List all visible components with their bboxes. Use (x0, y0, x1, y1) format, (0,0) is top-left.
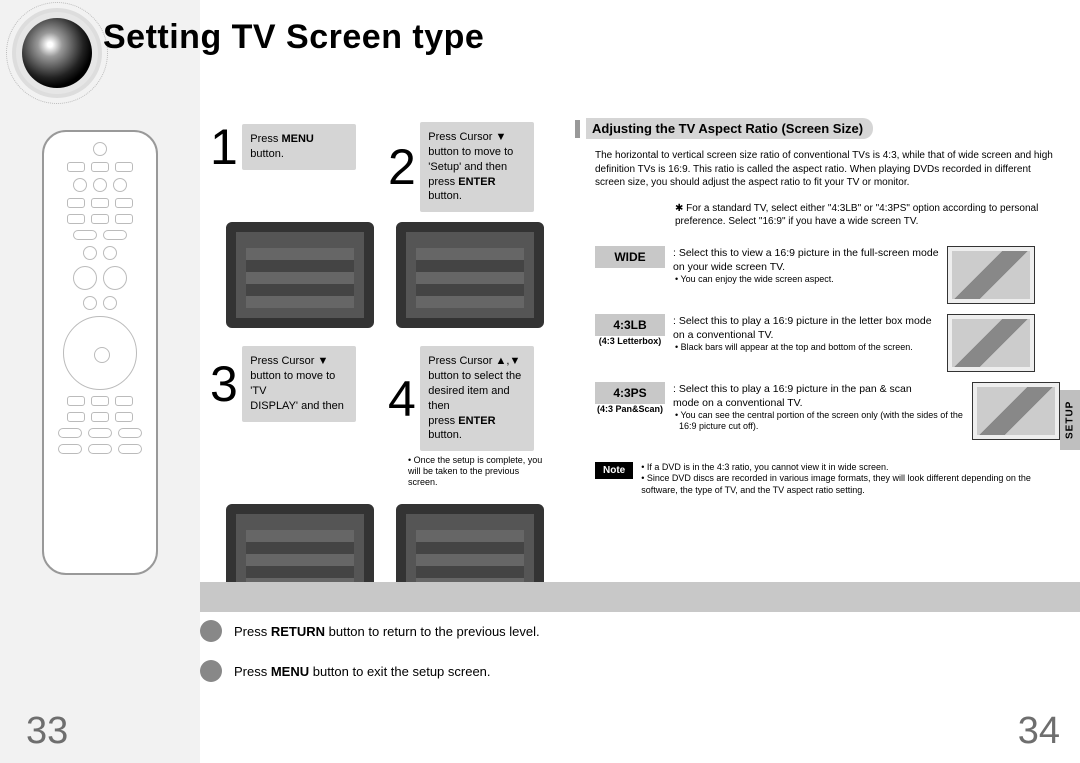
text: button to move to 'TV (250, 370, 335, 397)
option-wide: WIDE : Select this to view a 16:9 pictur… (595, 246, 1060, 304)
text: Press Cursor ▼ (250, 355, 328, 367)
text: 'Setup' and then (428, 161, 507, 173)
page-number-right: 34 (1018, 710, 1060, 753)
step-3-number: 3 (210, 359, 238, 409)
text: Press (234, 624, 271, 639)
return-instruction: Press RETURN button to return to the pre… (234, 624, 540, 639)
option-43lb: 4:3LB (4:3 Letterbox) : Select this to p… (595, 314, 1060, 372)
speaker-graphic (22, 18, 92, 88)
text-bold: RETURN (271, 624, 325, 639)
text: button to move to (428, 146, 513, 158)
text: Press (250, 133, 281, 145)
option-43ps-text: : Select this to play a 16:9 picture in … (673, 382, 939, 410)
text-bold: ENTER (458, 176, 495, 188)
text: button. (428, 190, 462, 202)
note-badge: Note (595, 462, 633, 479)
step-3-text: Press Cursor ▼ button to move to 'TV DIS… (242, 346, 356, 421)
text: button to select the (428, 370, 521, 382)
text: button to return to the previous level. (325, 624, 540, 639)
bullet-icon (200, 660, 222, 682)
intro-paragraph: The horizontal to vertical screen size r… (575, 149, 1060, 190)
menu-screenshot-1 (226, 222, 374, 328)
steps-area: 1 Press MENU button. 2 Press Cursor ▼ bu… (210, 122, 562, 610)
text-bold: ENTER (458, 415, 495, 427)
option-wide-label: WIDE (595, 246, 665, 268)
option-43lb-label: 4:3LB (595, 314, 665, 336)
option-43ps-bullet: • You can see the central portion of the… (673, 410, 964, 433)
text-bold: MENU (281, 133, 313, 145)
step-4-number: 4 (388, 374, 416, 424)
text: Press Cursor ▼ (428, 131, 506, 143)
option-wide-bullet: • You can enjoy the wide screen aspect. (673, 274, 939, 285)
note-block: Note • If a DVD is in the 4:3 ratio, you… (595, 462, 1060, 497)
decorative-band (200, 582, 1080, 612)
section-tab: SETUP (1060, 390, 1080, 450)
bottom-instructions: Press RETURN button to return to the pre… (200, 620, 540, 700)
option-43ps: 4:3PS (4:3 Pan&Scan) : Select this to pl… (595, 382, 1060, 440)
remote-control-illustration (42, 130, 158, 575)
bullet-icon (200, 620, 222, 642)
step-4-footnote: • Once the setup is complete, you will b… (400, 451, 550, 493)
step-4-text: Press Cursor ▲,▼ button to select the de… (420, 346, 534, 451)
text: button. (250, 148, 284, 160)
tv-illustration-panscan (972, 382, 1060, 440)
menu-exit-instruction: Press MENU button to exit the setup scre… (234, 664, 491, 679)
tv-illustration-wide (947, 246, 1035, 304)
text: press (428, 176, 458, 188)
right-section: Adjusting the TV Aspect Ratio (Screen Si… (575, 118, 1060, 497)
step-1-text: Press MENU button. (242, 124, 356, 170)
option-43lb-bullet: • Black bars will appear at the top and … (673, 342, 939, 353)
text: press (428, 415, 458, 427)
page-number-left: 33 (26, 710, 68, 753)
menu-screenshot-2 (396, 222, 544, 328)
page-title: Setting TV Screen type (103, 18, 484, 57)
section-bar-icon (575, 120, 580, 138)
step-2-text: Press Cursor ▼ button to move to 'Setup'… (420, 122, 534, 212)
option-43ps-sublabel: (4:3 Pan&Scan) (595, 404, 665, 414)
text: Press Cursor ▲,▼ (428, 355, 520, 367)
step-2-number: 2 (388, 142, 416, 192)
text: button to exit the setup screen. (309, 664, 490, 679)
text: DISPLAY' and then (250, 400, 344, 412)
section-heading: Adjusting the TV Aspect Ratio (Screen Si… (586, 118, 873, 139)
step-1-number: 1 (210, 122, 238, 172)
option-wide-text: : Select this to view a 16:9 picture in … (673, 246, 939, 274)
option-43ps-label: 4:3PS (595, 382, 665, 404)
text: Press (234, 664, 271, 679)
note-text: • If a DVD is in the 4:3 ratio, you cann… (641, 462, 1041, 497)
text-bold: MENU (271, 664, 309, 679)
star-note: ✱ For a standard TV, select either "4:3L… (575, 190, 1060, 236)
text: button. (428, 429, 462, 441)
tv-illustration-letterbox (947, 314, 1035, 372)
option-43lb-text: : Select this to play a 16:9 picture in … (673, 314, 939, 342)
text: desired item and then (428, 385, 509, 412)
option-43lb-sublabel: (4:3 Letterbox) (595, 336, 665, 346)
